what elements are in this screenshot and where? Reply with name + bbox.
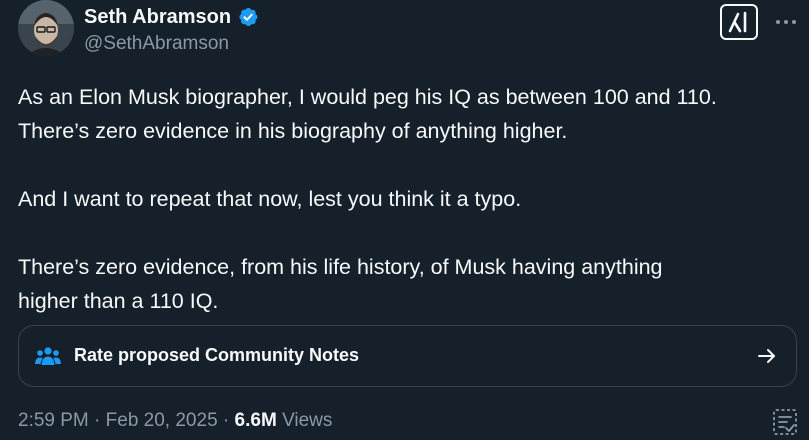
community-notes-card[interactable]: Rate proposed Community Notes	[18, 325, 797, 387]
grok-icon	[728, 11, 747, 33]
tweet-line: higher than a 110 IQ.	[18, 289, 219, 313]
tweet-line: There’s zero evidence, from his life his…	[18, 255, 663, 279]
tweet-text: As an Elon Musk biographer, I would peg …	[18, 80, 798, 318]
display-name[interactable]: Seth Abramson	[84, 6, 231, 29]
tweet-paragraph: As an Elon Musk biographer, I would peg …	[18, 80, 798, 148]
views-label: Views	[282, 410, 333, 431]
avatar-photo	[18, 0, 74, 56]
people-icon	[35, 347, 61, 365]
community-notes-label: Rate proposed Community Notes	[74, 345, 360, 365]
verified-badge-icon[interactable]	[237, 6, 259, 28]
tweet-line: There’s zero evidence in his biography o…	[18, 119, 568, 143]
more-dots-icon	[776, 20, 796, 24]
analytics-icon[interactable]	[772, 408, 798, 436]
tweet-line: As an Elon Musk biographer, I would peg …	[18, 85, 717, 109]
display-name-row: Seth Abramson	[84, 5, 259, 29]
tweet-time: 2:59 PM	[18, 410, 89, 431]
tweet-date: Feb 20, 2025	[105, 410, 218, 431]
handle[interactable]: @SethAbramson	[84, 33, 229, 55]
timestamp-link[interactable]: 2:59 PM · Feb 20, 2025	[18, 410, 218, 431]
views-count: 6.6M	[234, 410, 277, 431]
tweet-paragraph: There’s zero evidence, from his life his…	[18, 250, 798, 318]
meta-separator: ·	[222, 410, 230, 431]
tweet-paragraph: And I want to repeat that now, lest you …	[18, 182, 798, 216]
avatar[interactable]	[18, 0, 74, 56]
tweet-meta: 2:59 PM · Feb 20, 2025 · 6.6M Views	[18, 410, 332, 432]
arrow-right-icon	[758, 349, 775, 363]
tweet: Seth Abramson @SethAbramson As an Elon M…	[0, 0, 809, 440]
meta-separator: ·	[94, 410, 101, 431]
more-button[interactable]	[768, 8, 804, 36]
grok-button[interactable]	[720, 4, 758, 40]
tweet-line: And I want to repeat that now, lest you …	[18, 187, 522, 211]
